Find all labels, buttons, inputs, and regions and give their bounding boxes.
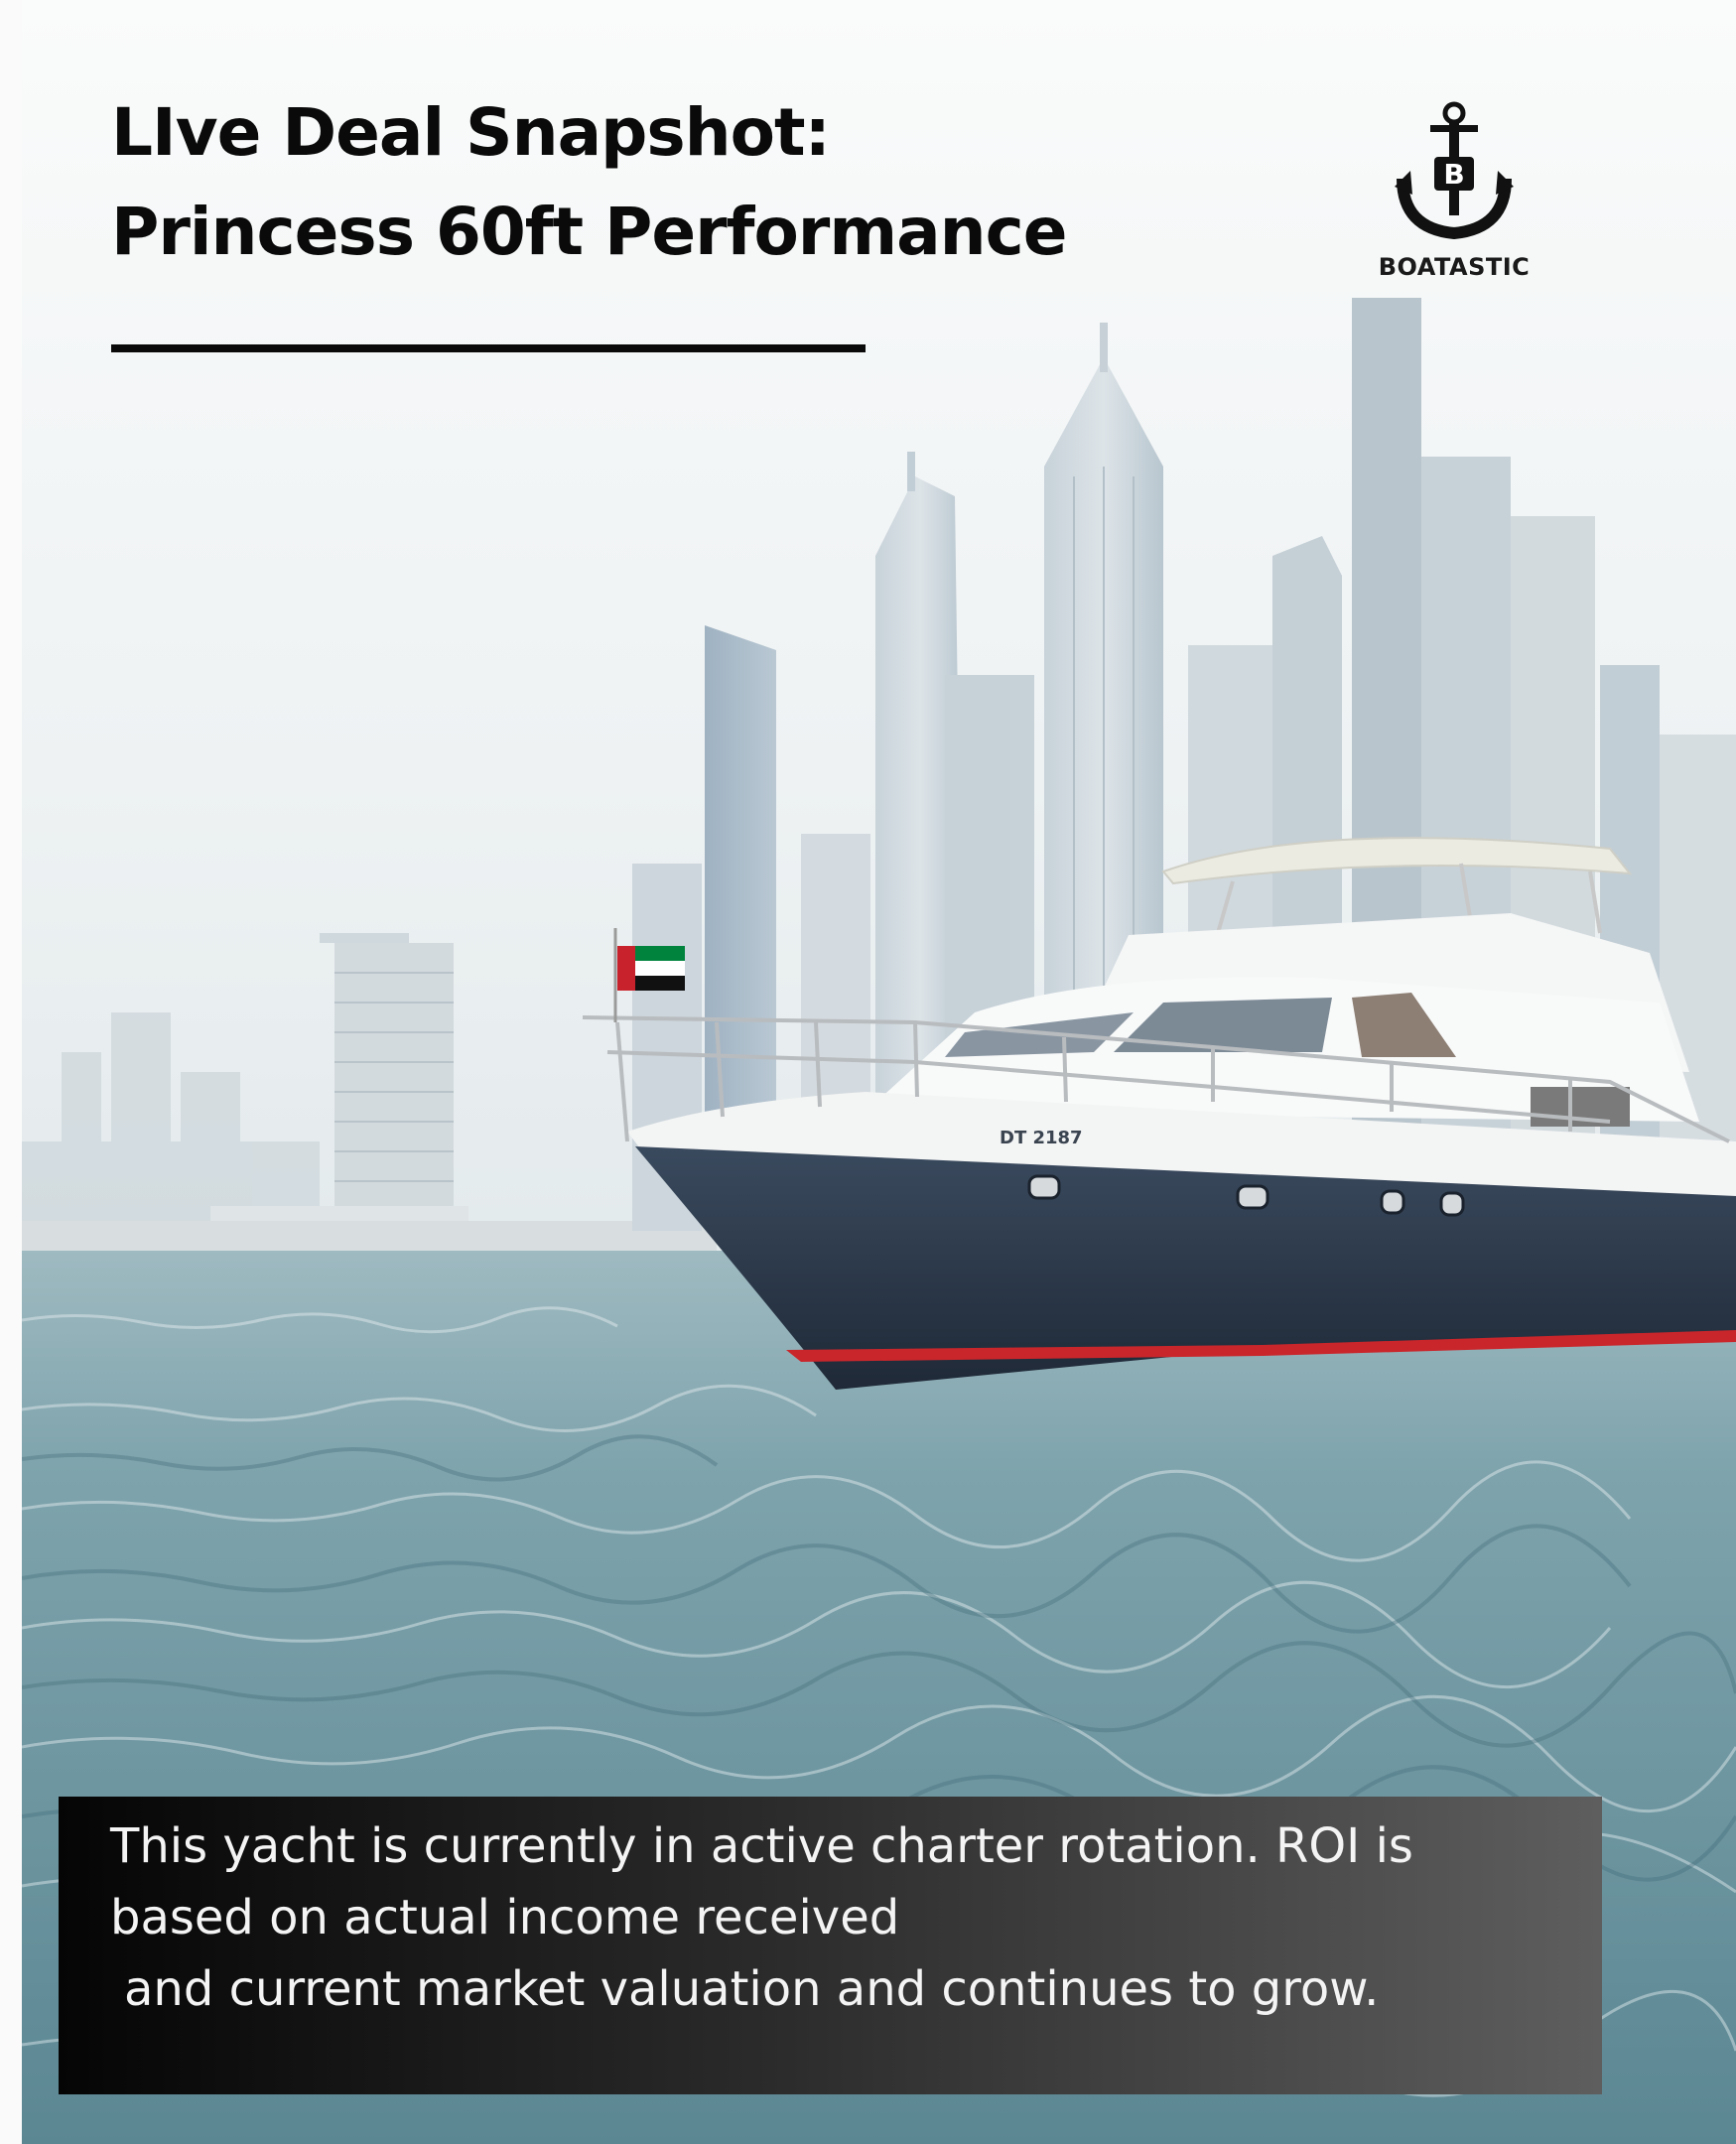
page-margin xyxy=(0,0,22,2144)
caption-line-3: and current market valuation and continu… xyxy=(124,1961,1380,2017)
brand-logo: B BOATASTIC xyxy=(1345,99,1563,288)
brand-name: BOATASTIC xyxy=(1378,253,1531,281)
svg-text:B: B xyxy=(1443,158,1464,191)
promo-page: DT 2187 LIve Deal Snapshot: Princess 60f… xyxy=(0,0,1736,2144)
caption-panel: This yacht is currently in active charte… xyxy=(59,1797,1602,2094)
boat-registration: DT 2187 xyxy=(1000,1128,1083,1148)
title-line-2: Princess 60ft Performance xyxy=(111,194,1068,270)
title-line-1: LIve Deal Snapshot: xyxy=(111,94,831,171)
caption-line-2: based on actual income received xyxy=(110,1890,900,1945)
caption-text: This yacht is currently in active charte… xyxy=(110,1810,1562,2025)
anchor-icon: B xyxy=(1395,101,1514,240)
title-divider xyxy=(111,344,866,352)
caption-line-1: This yacht is currently in active charte… xyxy=(110,1818,1413,1874)
uae-flag-icon xyxy=(617,946,685,991)
page-title: LIve Deal Snapshot: Princess 60ft Perfor… xyxy=(111,83,1068,282)
